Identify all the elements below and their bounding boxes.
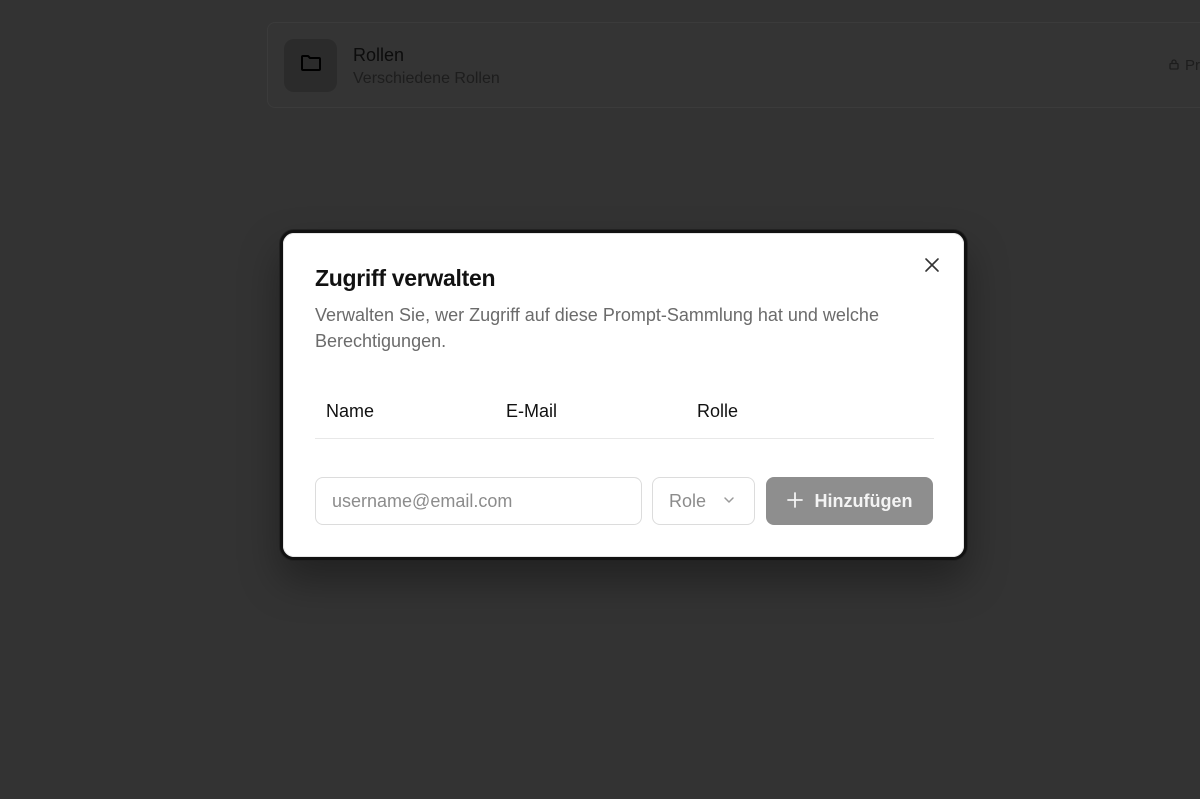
- close-button[interactable]: [919, 254, 945, 280]
- dialog-description: Verwalten Sie, wer Zugriff auf diese Pro…: [315, 305, 879, 351]
- email-input[interactable]: [315, 477, 642, 525]
- dialog-title: Zugriff verwalten: [315, 265, 496, 291]
- role-select[interactable]: Role: [652, 477, 755, 525]
- role-select-value: Role: [669, 490, 707, 511]
- add-user-button[interactable]: Hinzufügen: [766, 477, 933, 525]
- add-user-button-label: Hinzufügen: [814, 490, 913, 511]
- access-table-header: Name E-Mail Rolle: [315, 391, 934, 439]
- close-icon: [924, 257, 940, 278]
- collection-title: Rollen: [353, 45, 405, 65]
- column-header-name: Name: [326, 401, 375, 421]
- column-header-email: E-Mail: [506, 401, 558, 421]
- column-header-role: Rolle: [697, 401, 739, 421]
- folder-icon: [299, 51, 323, 80]
- folder-tile: [284, 39, 337, 92]
- collection-subtitle: Verschiedene Rollen: [353, 70, 500, 87]
- lock-icon: [1168, 57, 1180, 74]
- collection-card: Rollen Verschiedene Rollen Pr: [267, 22, 1200, 108]
- page: Rollen Verschiedene Rollen Pr Zugriff ve…: [0, 0, 1200, 799]
- visibility-indicator: Pr: [1168, 57, 1200, 74]
- plus-icon: [786, 491, 803, 511]
- visibility-label: Pr: [1185, 57, 1200, 74]
- add-user-row: Role Hinzufügen: [315, 477, 935, 525]
- manage-access-dialog: Zugriff verwalten Verwalten Sie, wer Zug…: [280, 230, 967, 560]
- chevron-down-icon: [722, 493, 736, 512]
